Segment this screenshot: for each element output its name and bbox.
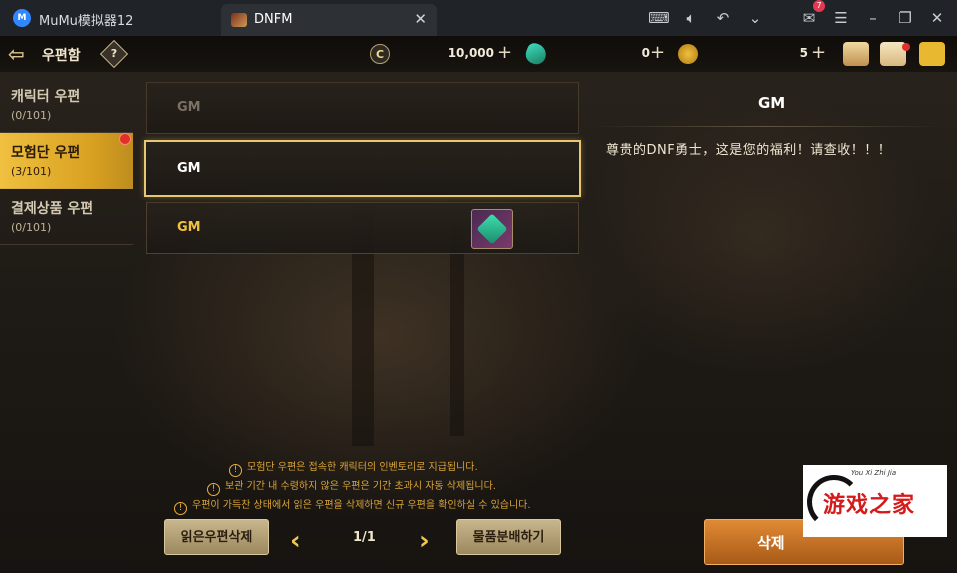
minimize-icon[interactable]: – xyxy=(861,6,885,30)
mail-row-selected[interactable]: GM xyxy=(144,140,581,197)
next-page-arrow-icon[interactable]: › xyxy=(419,526,430,556)
new-mail-dot xyxy=(119,133,131,145)
notice-line: ! 우편이 가득찬 상태에서 읽은 우편을 삭제하면 신규 우편을 확인하실 수 … xyxy=(174,496,531,515)
close-window-icon[interactable]: ✕ xyxy=(925,6,949,30)
menu-icon[interactable]: ☰ xyxy=(829,6,853,30)
coin-value: 5 xyxy=(799,46,808,60)
add-gold-icon[interactable]: + xyxy=(497,42,512,63)
page-indicator: 1/1 xyxy=(353,530,376,545)
category-adventure-mail[interactable]: 모험단 우편 (3/101) xyxy=(0,133,133,189)
mail-sender: GM xyxy=(177,220,201,235)
storage-bag-icon[interactable] xyxy=(843,42,869,66)
mail-row-read[interactable]: GM xyxy=(146,82,579,134)
mailbox-alert-dot xyxy=(902,43,910,51)
mail-sender: GM xyxy=(177,100,201,115)
category-label: 모험단 우편 xyxy=(11,145,81,161)
category-label: 캐릭터 우편 xyxy=(11,89,81,105)
notice-text: 모험단 우편은 접속한 캐릭터의 인벤토리로 지급됩니다. xyxy=(247,462,478,473)
mail-badge: 7 xyxy=(813,0,825,12)
back-icon[interactable]: ↶ xyxy=(711,6,735,30)
restore-icon[interactable]: ❐ xyxy=(893,6,917,30)
notice-line: ! 모험단 우편은 접속한 캐릭터의 인벤토리로 지급됩니다. xyxy=(229,458,478,477)
category-label: 결제상품 우편 xyxy=(11,201,94,217)
mail-row-unread[interactable]: GM xyxy=(146,202,579,254)
back-arrow-icon[interactable]: ⇦ xyxy=(8,43,30,65)
gold-currency-icon: C xyxy=(370,44,390,64)
help-icon: ? xyxy=(110,47,118,60)
warning-icon: ! xyxy=(207,483,220,496)
emulator-titlebar: M MuMu模拟器12 DNFM ✕ ⌨ 🔈︎ ↶ ⌄ ✉ 7 ☰ – ❐ ✕ xyxy=(0,0,957,36)
mail-sender: GM xyxy=(177,161,201,176)
attached-item-icon[interactable] xyxy=(471,209,513,249)
gem-icon xyxy=(523,41,549,67)
watermark-text: 游戏之家 xyxy=(823,493,916,518)
watermark-small-text: You Xi Zhi Jia xyxy=(851,469,897,477)
game-topbar: ⇦ 우편함 ? C 10,000 + 0 + 5 + xyxy=(0,36,957,72)
keyboard-icon[interactable]: ⌨ xyxy=(647,6,671,30)
category-count: (0/101) xyxy=(11,109,52,122)
page-title: 우편함 xyxy=(42,48,81,64)
help-button[interactable]: ? xyxy=(99,39,129,69)
background-tree xyxy=(450,226,464,436)
distribute-items-button[interactable]: 물품분배하기 xyxy=(456,519,561,555)
notice-text: 우편이 가득찬 상태에서 읽은 우편을 삭제하면 신규 우편을 확인하실 수 있… xyxy=(192,500,531,511)
notice-line: ! 보관 기간 내 수령하지 않은 우편은 기간 초과시 자동 삭제됩니다. xyxy=(207,477,496,496)
gold-value: 10,000 xyxy=(447,46,494,60)
gem-value: 0 xyxy=(641,46,650,60)
tab-dnfm[interactable]: DNFM ✕ xyxy=(221,4,437,36)
warning-icon: ! xyxy=(229,464,242,477)
add-coin-icon[interactable]: + xyxy=(811,42,826,63)
delete-read-mail-button[interactable]: 읽은우편삭제 xyxy=(164,519,269,555)
dnfm-tab-icon xyxy=(231,13,247,27)
notice-text: 보관 기간 내 수령하지 않은 우편은 기간 초과시 자동 삭제됩니다. xyxy=(225,481,496,492)
add-gem-icon[interactable]: + xyxy=(650,42,665,63)
category-count: (3/101) xyxy=(11,165,52,178)
tab-label: DNFM xyxy=(254,12,293,27)
category-purchase-mail[interactable]: 결제상품 우편 (0/101) xyxy=(0,189,133,245)
chat-icon[interactable] xyxy=(919,42,945,66)
chevron-down-icon[interactable]: ⌄ xyxy=(743,6,767,30)
detail-divider xyxy=(592,126,942,127)
app-name: MuMu模拟器12 xyxy=(39,14,134,29)
coin-icon xyxy=(678,44,698,64)
site-watermark-logo: You Xi Zhi Jia 游戏之家 xyxy=(803,465,947,537)
volume-icon[interactable]: 🔈︎ xyxy=(679,6,703,30)
close-tab-icon[interactable]: ✕ xyxy=(414,10,427,28)
category-count: (0/101) xyxy=(11,221,52,234)
warning-icon: ! xyxy=(174,502,187,515)
prev-page-arrow-icon[interactable]: ‹ xyxy=(290,526,301,556)
detail-sender: GM xyxy=(758,94,786,112)
mumu-logo-icon: M xyxy=(13,9,31,27)
detail-body: 尊贵的DNF勇士，这是您的福利！请查收！！！ xyxy=(606,143,892,158)
category-character-mail[interactable]: 캐릭터 우편 (0/101) xyxy=(0,77,133,133)
